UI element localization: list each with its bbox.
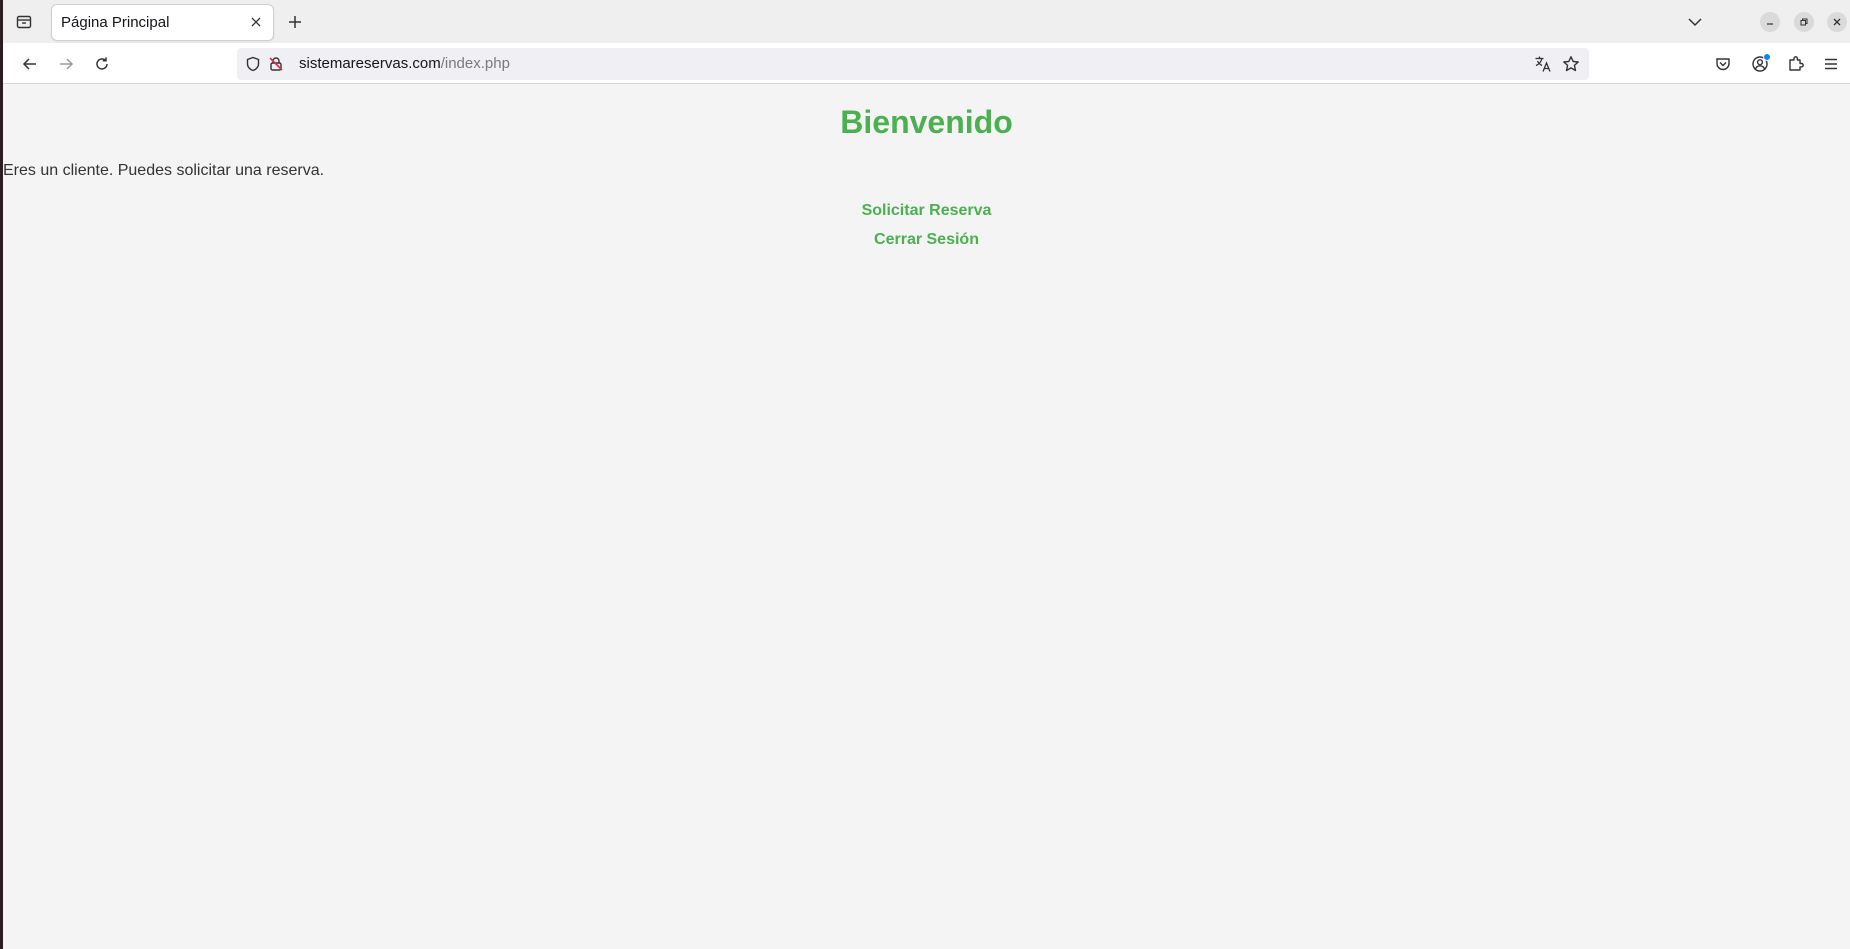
logout-link[interactable]: Cerrar Sesión bbox=[3, 225, 1850, 254]
browser-window: Página Principal sistemareservas.com/ind… bbox=[0, 0, 1850, 949]
close-icon[interactable] bbox=[247, 13, 265, 31]
all-tabs-icon[interactable] bbox=[13, 11, 35, 33]
navigation-toolbar: sistemareservas.com/index.php bbox=[3, 43, 1850, 84]
tab-active[interactable]: Página Principal bbox=[52, 5, 273, 40]
url-path: /index.php bbox=[440, 55, 510, 72]
reload-icon[interactable] bbox=[90, 52, 114, 76]
page-title: Bienvenido bbox=[840, 104, 1013, 140]
close-icon[interactable] bbox=[1827, 12, 1847, 32]
url-bar[interactable]: sistemareservas.com/index.php bbox=[237, 48, 1589, 80]
url-text[interactable]: sistemareservas.com/index.php bbox=[299, 55, 510, 72]
action-links: Solicitar Reserva Cerrar Sesión bbox=[3, 196, 1850, 254]
translate-icon[interactable] bbox=[1533, 54, 1553, 74]
notification-dot bbox=[1763, 53, 1771, 61]
star-icon[interactable] bbox=[1561, 54, 1581, 74]
chevron-down-icon[interactable] bbox=[1683, 10, 1707, 34]
forward-arrow-icon[interactable] bbox=[54, 52, 78, 76]
minimize-icon[interactable] bbox=[1760, 12, 1780, 32]
hamburger-menu-icon[interactable] bbox=[1819, 52, 1843, 76]
plus-icon[interactable] bbox=[284, 11, 306, 33]
restore-icon[interactable] bbox=[1794, 12, 1814, 32]
request-reservation-link[interactable]: Solicitar Reserva bbox=[3, 196, 1850, 225]
tab-title: Página Principal bbox=[61, 14, 170, 31]
pocket-icon[interactable] bbox=[1711, 52, 1735, 76]
back-arrow-icon[interactable] bbox=[18, 52, 42, 76]
page-content: Bienvenido Eres un cliente. Puedes solic… bbox=[3, 84, 1850, 949]
account-icon[interactable] bbox=[1748, 52, 1772, 76]
tab-strip: Página Principal bbox=[3, 0, 1850, 43]
url-host: sistemareservas.com bbox=[299, 55, 441, 72]
insecure-lock-icon[interactable] bbox=[267, 55, 285, 73]
role-message: Eres un cliente. Puedes solicitar una re… bbox=[3, 162, 325, 179]
extensions-icon[interactable] bbox=[1784, 52, 1808, 76]
shield-icon[interactable] bbox=[244, 55, 262, 73]
